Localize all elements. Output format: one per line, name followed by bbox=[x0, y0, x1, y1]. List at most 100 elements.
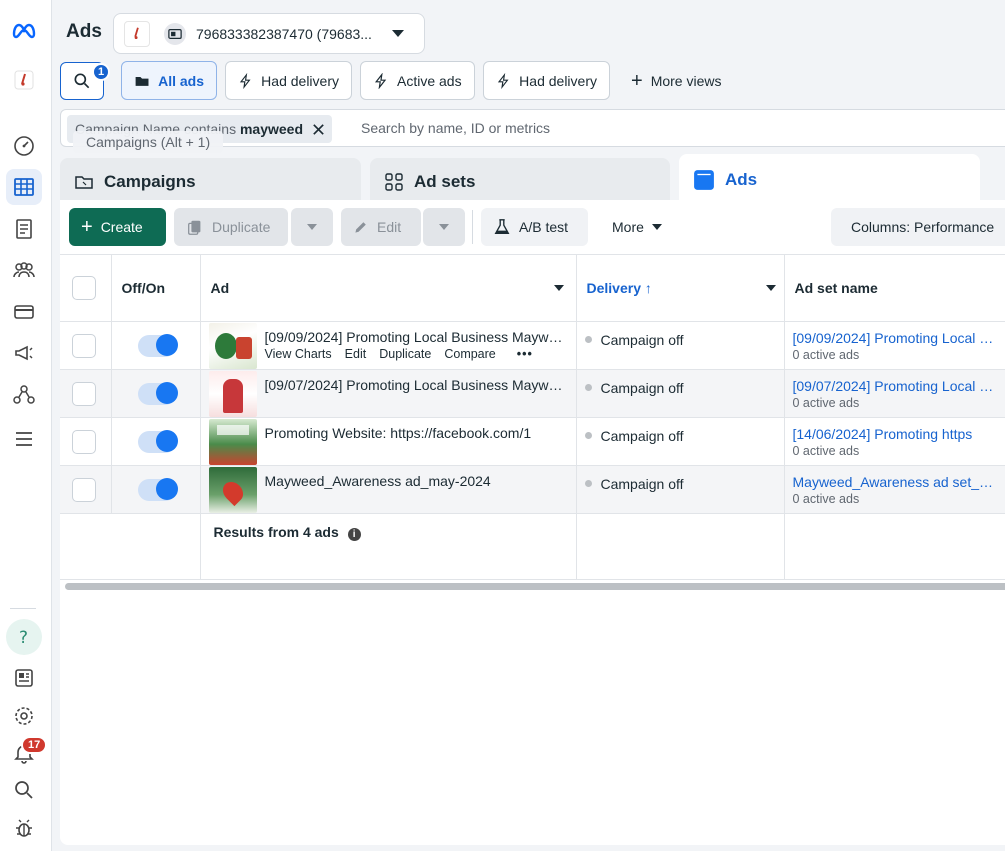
view-had-delivery-2[interactable]: Had delivery bbox=[483, 61, 610, 100]
delivery-status: Campaign off bbox=[600, 427, 684, 444]
header-ad[interactable]: Ad bbox=[200, 254, 577, 322]
more-options-icon[interactable]: ••• bbox=[517, 347, 533, 361]
results-row: Results from 4 ads i bbox=[60, 513, 1005, 580]
grid-icon bbox=[385, 173, 403, 191]
audiences-icon[interactable] bbox=[6, 252, 42, 288]
pencil-icon bbox=[355, 222, 366, 233]
more-menu-button[interactable]: More bbox=[600, 208, 684, 246]
folder-icon bbox=[135, 76, 149, 86]
row-actions: View Charts Edit Duplicate Compare ••• bbox=[265, 347, 565, 361]
search-icon bbox=[74, 73, 90, 89]
billing-card-icon[interactable] bbox=[6, 294, 42, 330]
dashboard-gauge-icon[interactable] bbox=[6, 128, 42, 164]
ad-set-active-count: 0 active ads bbox=[792, 443, 860, 458]
reports-icon[interactable] bbox=[6, 211, 42, 247]
ad-toggle[interactable] bbox=[137, 381, 178, 405]
edit-button[interactable]: Edit bbox=[341, 208, 421, 246]
duplicate-button[interactable]: Duplicate bbox=[174, 208, 288, 246]
tab-ads[interactable]: Ads bbox=[679, 154, 980, 206]
ad-set-link[interactable]: [09/09/2024] Promoting Local Business bbox=[793, 330, 1001, 346]
ad-toggle[interactable] bbox=[137, 477, 178, 501]
table-row[interactable]: [09/07/2024] Promoting Local Business Ma… bbox=[60, 369, 1005, 418]
duplicate-link[interactable]: Duplicate bbox=[379, 347, 431, 361]
ads-manager-table-icon[interactable] bbox=[6, 169, 42, 205]
campaign-megaphone-icon[interactable] bbox=[6, 335, 42, 371]
tab-ad-sets[interactable]: Ad sets bbox=[370, 158, 670, 206]
status-dot bbox=[584, 336, 592, 343]
view-all-ads[interactable]: All ads bbox=[121, 61, 217, 100]
ad-name[interactable]: [09/09/2024] Promoting Local Business Ma… bbox=[265, 329, 565, 345]
compare-link[interactable]: Compare bbox=[444, 347, 495, 361]
ads-table: Off/On Ad Delivery ↑ Ad set name [09/09/… bbox=[60, 254, 1005, 580]
row-checkbox[interactable] bbox=[72, 429, 96, 454]
ad-toggle[interactable] bbox=[137, 429, 178, 453]
meta-logo-icon[interactable] bbox=[6, 13, 42, 49]
table-row[interactable]: Promoting Website: https://facebook.com/… bbox=[60, 417, 1005, 466]
table-row[interactable]: [09/09/2024] Promoting Local Business Ma… bbox=[60, 321, 1005, 370]
row-checkbox[interactable] bbox=[72, 477, 96, 502]
search-icon[interactable] bbox=[6, 772, 42, 808]
header-ad-set-name[interactable]: Ad set name bbox=[784, 254, 1005, 322]
edit-link[interactable]: Edit bbox=[345, 347, 367, 361]
delivery-status: Campaign off bbox=[600, 475, 684, 492]
table-row[interactable]: Mayweed_Awareness ad_may-2024 Campaign o… bbox=[60, 465, 1005, 514]
lightning-icon bbox=[374, 72, 387, 89]
chevron-down-icon bbox=[392, 30, 404, 37]
ad-name[interactable]: Promoting Website: https://facebook.com/… bbox=[265, 425, 565, 441]
status-dot bbox=[584, 480, 592, 487]
ad-set-active-count: 0 active ads bbox=[792, 395, 860, 410]
ab-test-button[interactable]: A/B test bbox=[481, 208, 588, 246]
header-delivery[interactable]: Delivery ↑ bbox=[576, 254, 785, 322]
horizontal-scrollbar[interactable] bbox=[65, 583, 1005, 590]
chevron-down-icon bbox=[307, 224, 317, 230]
header-off-on: Off/On bbox=[111, 254, 201, 322]
view-had-delivery[interactable]: Had delivery bbox=[225, 61, 352, 100]
page-title: Ads bbox=[66, 21, 102, 42]
close-icon[interactable] bbox=[311, 122, 326, 137]
ad-set-active-count: 0 active ads bbox=[792, 347, 860, 362]
account-id: 796833382387470 (79683... bbox=[196, 25, 372, 42]
report-bug-icon[interactable] bbox=[6, 810, 42, 846]
account-selector[interactable]: 796833382387470 (79683... bbox=[113, 13, 425, 54]
all-tools-menu-icon[interactable] bbox=[6, 421, 42, 457]
tab-campaigns[interactable]: Campaigns bbox=[60, 158, 361, 206]
search-input[interactable]: Search by name, ID or metrics bbox=[361, 120, 550, 136]
filter-count-badge: 1 bbox=[92, 63, 110, 81]
select-all-checkbox[interactable] bbox=[72, 276, 96, 300]
rail-divider bbox=[10, 608, 36, 609]
account-logo bbox=[124, 20, 150, 47]
ad-account-icon bbox=[164, 22, 186, 45]
ad-toggle[interactable] bbox=[137, 333, 178, 357]
ad-icon bbox=[694, 170, 714, 190]
business-network-icon[interactable] bbox=[6, 377, 42, 413]
create-button[interactable]: + Create bbox=[69, 208, 166, 246]
tooltip: Campaigns (Alt + 1) bbox=[73, 131, 224, 153]
row-checkbox[interactable] bbox=[72, 381, 96, 406]
svg-text:?: ? bbox=[19, 628, 28, 648]
chevron-down-icon[interactable] bbox=[765, 285, 776, 291]
edit-dropdown[interactable] bbox=[423, 208, 465, 246]
ad-name[interactable]: [09/07/2024] Promoting Local Business Ma… bbox=[265, 377, 565, 393]
view-charts-link[interactable]: View Charts bbox=[265, 347, 332, 361]
results-summary: Results from 4 ads bbox=[213, 524, 339, 540]
ad-set-link[interactable]: [09/07/2024] Promoting Local Business bbox=[793, 378, 1001, 394]
ad-set-link[interactable]: Mayweed_Awareness ad set_may bbox=[793, 474, 1001, 490]
settings-gear-icon[interactable] bbox=[6, 698, 42, 734]
ad-thumbnail bbox=[208, 370, 257, 417]
columns-selector[interactable]: Columns: Performance bbox=[831, 208, 1005, 246]
account-avatar-icon[interactable] bbox=[6, 62, 42, 98]
info-icon[interactable]: i bbox=[347, 528, 361, 541]
table-header-row: Off/On Ad Delivery ↑ Ad set name bbox=[60, 254, 1005, 322]
chevron-down-icon bbox=[651, 224, 662, 230]
ad-name[interactable]: Mayweed_Awareness ad_may-2024 bbox=[265, 473, 565, 489]
more-views-button[interactable]: + More views bbox=[618, 61, 742, 100]
status-dot bbox=[584, 384, 592, 391]
news-feed-icon[interactable] bbox=[6, 660, 42, 696]
row-checkbox[interactable] bbox=[72, 333, 96, 358]
help-icon[interactable]: ? bbox=[6, 619, 42, 655]
duplicate-dropdown[interactable] bbox=[291, 208, 333, 246]
chevron-down-icon[interactable] bbox=[553, 285, 564, 291]
plus-icon: + bbox=[631, 69, 643, 92]
view-active-ads[interactable]: Active ads bbox=[360, 61, 475, 100]
ad-set-link[interactable]: [14/06/2024] Promoting https bbox=[793, 426, 1001, 442]
